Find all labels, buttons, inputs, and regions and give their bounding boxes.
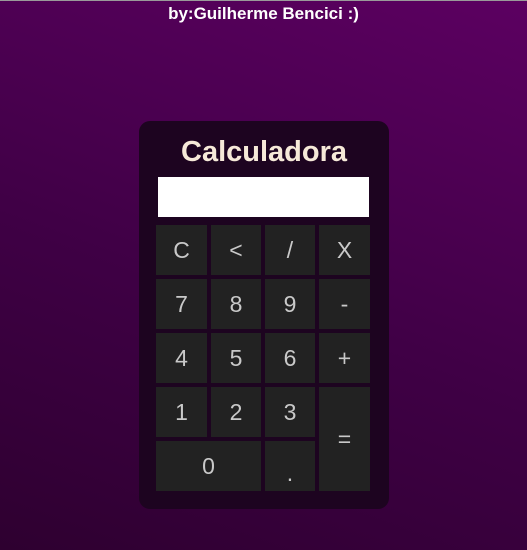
backspace-button[interactable]: <: [211, 225, 261, 275]
top-divider: [0, 0, 527, 1]
digit-5-button[interactable]: 5: [211, 333, 261, 383]
digit-7-button[interactable]: 7: [156, 279, 207, 329]
digit-4-button[interactable]: 4: [156, 333, 207, 383]
digit-1-button[interactable]: 1: [156, 387, 207, 437]
digit-9-button[interactable]: 9: [265, 279, 315, 329]
decimal-point-button[interactable]: .: [265, 441, 315, 491]
minus-button[interactable]: -: [319, 279, 370, 329]
equals-button[interactable]: =: [319, 387, 370, 491]
digit-3-button[interactable]: 3: [265, 387, 315, 437]
digit-0-button[interactable]: 0: [156, 441, 261, 491]
divide-button[interactable]: /: [265, 225, 315, 275]
clear-button[interactable]: C: [156, 225, 207, 275]
calculator-title: Calculadora: [181, 136, 347, 168]
digit-8-button[interactable]: 8: [211, 279, 261, 329]
digit-2-button[interactable]: 2: [211, 387, 261, 437]
plus-button[interactable]: +: [319, 333, 370, 383]
digit-6-button[interactable]: 6: [265, 333, 315, 383]
author-credit: by:Guilherme Bencici :): [168, 4, 359, 23]
multiply-button[interactable]: X: [319, 225, 370, 275]
calculator-panel: Calculadora C < / X 7 8 9 - 4 5 6 + 1 2 …: [139, 121, 389, 509]
display-input[interactable]: [158, 177, 369, 217]
